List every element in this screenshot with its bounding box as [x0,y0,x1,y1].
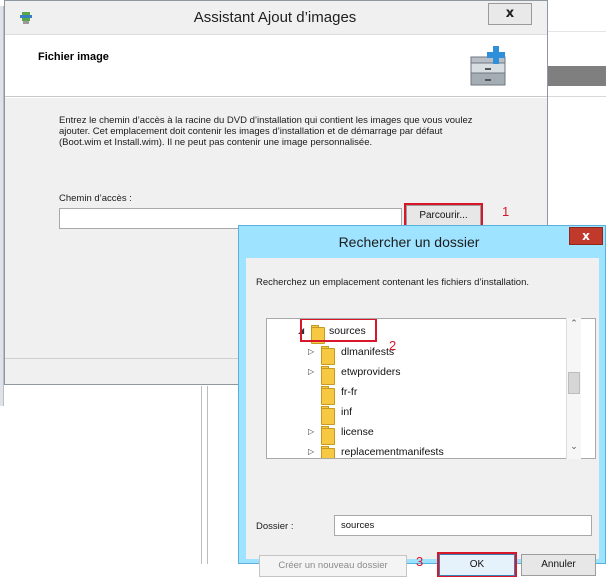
dialog-instruction: Recherchez un emplacement contenant les … [256,277,530,288]
new-folder-button[interactable]: Créer un nouveau dossier [259,555,407,577]
tree-item-etwproviders[interactable]: ▷ etwproviders [305,362,525,385]
path-label: Chemin d’accès : [59,193,132,204]
tree-item-replacementmanifests[interactable]: ▷ replacementmanifests [305,442,545,458]
dialog-close-button[interactable]: x [569,227,603,245]
browse-folder-dialog: Rechercher un dossier x Recherchez un em… [238,225,606,577]
callout-number: 1 [502,204,510,219]
wizard-close-button[interactable]: x [488,3,532,25]
collapsed-arrow-icon[interactable]: ▷ [308,362,314,382]
image-box-icon [470,46,506,86]
scrollbar-thumb[interactable] [568,372,580,394]
tree-item-dlmanifests[interactable]: ▷ dlmanifests [305,342,525,365]
browse-button[interactable]: Parcourir... [404,203,483,229]
folder-input[interactable]: sources [334,515,592,536]
wizard-title: Assistant Ajout d’images [193,9,357,26]
ok-button[interactable]: OK [437,552,517,577]
app-icon [20,12,32,24]
scroll-up-icon[interactable]: ⌃ [567,319,581,333]
cancel-button[interactable]: Annuler [521,554,596,576]
tree-item-label: replacementmanifests [341,446,444,458]
folder-tree[interactable]: ◢ sources ▷ dlmanifests ▷ etwproviders f… [266,318,596,459]
background-divider [207,386,208,564]
folder-icon [321,448,335,458]
callout-number: 2 [389,338,397,353]
wizard-description: Entrez le chemin d’accès à la racine du … [59,115,473,148]
background-divider [201,386,202,564]
wizard-titlebar: Assistant Ajout d’images x [5,1,547,34]
dialog-title: Rechercher un dossier [338,234,480,250]
background-divider [548,31,606,32]
tree-item-license[interactable]: ▷ license [305,422,525,445]
tree-item-inf[interactable]: inf [305,402,525,425]
collapsed-arrow-icon[interactable]: ▷ [308,442,314,458]
dialog-client-area: Recherchez un emplacement contenant les … [246,258,599,577]
folder-label: Dossier : [256,521,294,532]
tree-item-label: etwproviders [341,366,401,378]
tree-item-label: fr-fr [341,386,358,398]
background-divider [548,96,606,97]
tree-item-label: inf [341,406,353,418]
selection-highlight [300,319,377,342]
callout-number: 3 [416,554,424,569]
tree-scrollbar[interactable]: ⌃ ⌄ [566,318,581,459]
collapsed-arrow-icon[interactable]: ▷ [308,342,314,362]
tree-item-label: dlmanifests [341,346,395,358]
wizard-header: Fichier image [5,34,547,97]
tree-item-fr-fr[interactable]: fr-fr [305,382,525,405]
scroll-down-icon[interactable]: ⌄ [567,442,581,456]
tree-item-label: license [341,426,374,438]
page-title: Fichier image [38,51,109,63]
collapsed-arrow-icon[interactable]: ▷ [308,422,314,442]
background-toolbar-strip [548,66,606,86]
